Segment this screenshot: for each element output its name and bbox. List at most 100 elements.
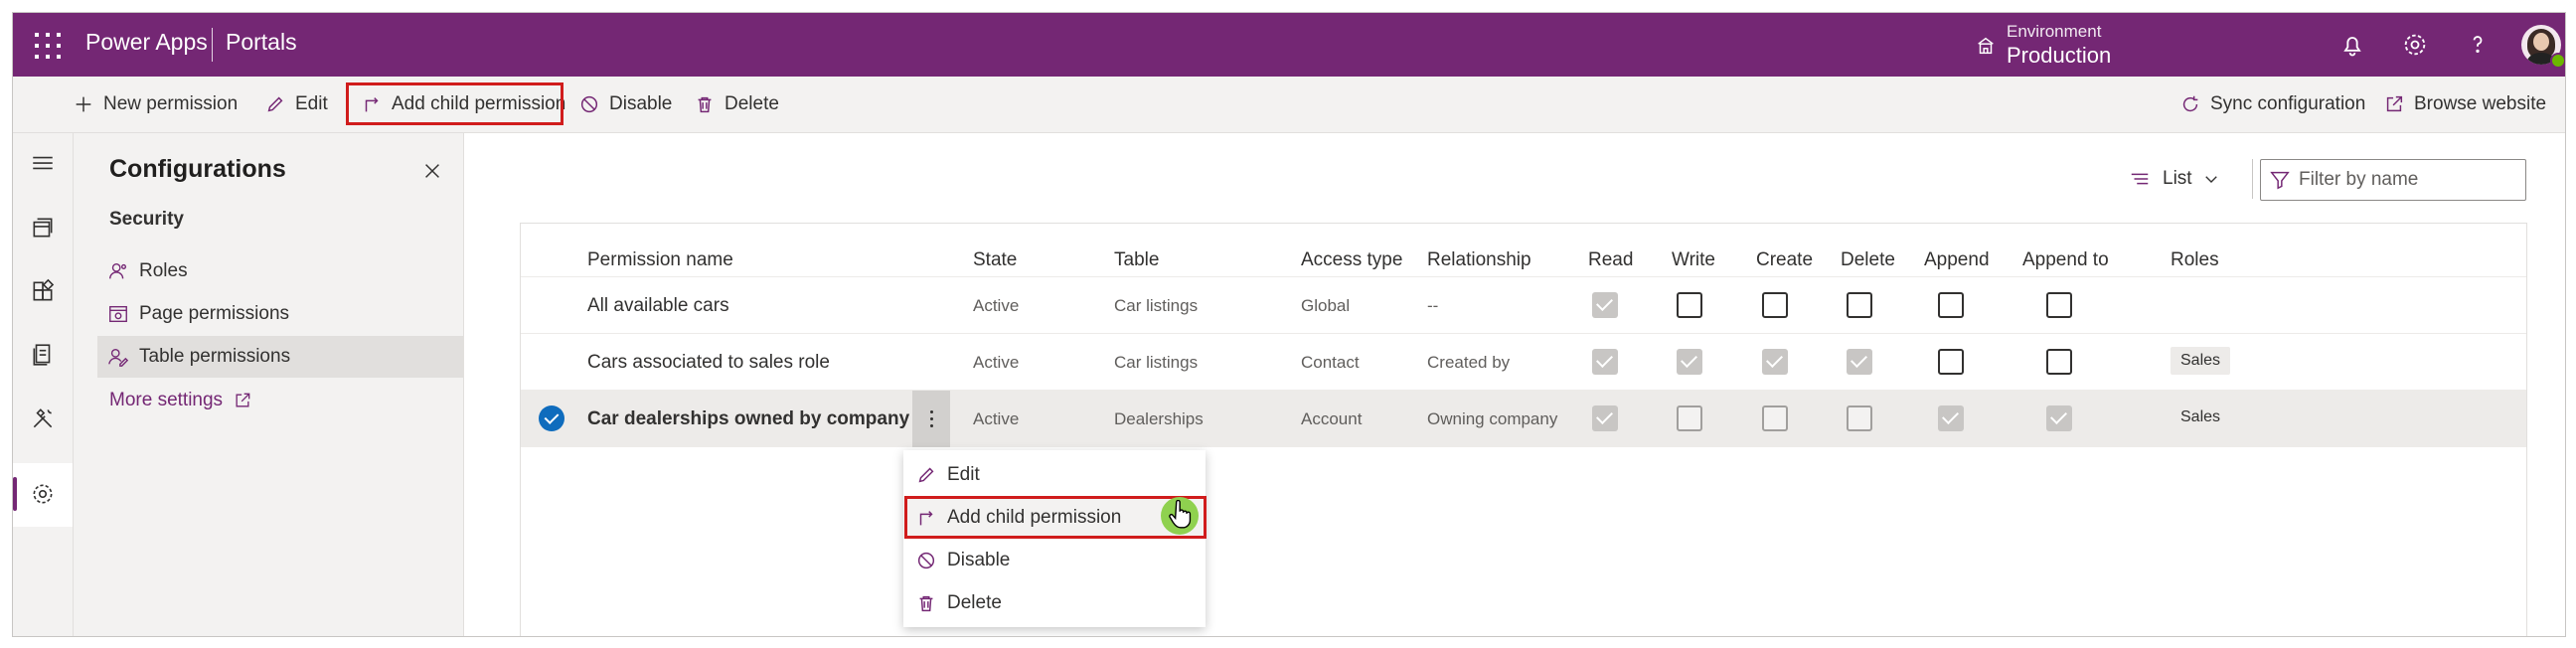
hamburger-icon[interactable] [30, 150, 56, 176]
environment-label[interactable]: Environment [2007, 22, 2101, 42]
role-badge: Sales [2171, 347, 2231, 375]
configurations-panel: Configurations Security Roles Page permi… [74, 133, 464, 636]
write-checkbox[interactable] [1677, 292, 1702, 318]
append-checkbox [1938, 405, 1964, 431]
column-header-state[interactable]: State [973, 249, 1017, 271]
context-menu-disable[interactable]: Disable [903, 539, 1206, 581]
view-label: List [2163, 168, 2192, 189]
presence-badge [2550, 53, 2565, 69]
panel-item-label: Roles [139, 260, 188, 281]
write-checkbox [1677, 349, 1702, 375]
open-external-icon [2386, 95, 2403, 112]
panel-item-table-permissions[interactable]: Table permissions [97, 336, 463, 378]
write-checkbox[interactable] [1677, 405, 1702, 431]
close-icon[interactable] [421, 160, 443, 182]
filter-input[interactable]: Filter by name [2260, 159, 2526, 201]
components-icon[interactable] [30, 278, 56, 304]
column-header-append-to[interactable]: Append to [2022, 249, 2109, 271]
settings-gear-icon[interactable] [30, 481, 56, 507]
table-row-selected[interactable]: Car dealerships owned by company Active … [521, 390, 2526, 447]
help-icon[interactable] [2464, 31, 2492, 59]
column-header-access-type[interactable]: Access type [1301, 249, 1402, 271]
state-cell: Active [973, 352, 1020, 372]
browse-website-label: Browse website [2414, 93, 2547, 114]
disable-button[interactable]: Disable [578, 77, 672, 132]
table-permissions-icon [108, 348, 129, 367]
filter-icon [2270, 171, 2290, 190]
environment-value[interactable]: Production [2007, 43, 2111, 69]
pages-icon[interactable] [30, 215, 56, 241]
append-to-checkbox [2046, 405, 2072, 431]
hand-cursor-icon [1169, 500, 1192, 529]
new-permission-label: New permission [103, 93, 239, 114]
create-checkbox[interactable] [1762, 292, 1788, 318]
delete-checkbox [1847, 349, 1872, 375]
permission-name[interactable]: Car dealerships owned by company [587, 391, 909, 447]
command-bar: New permission Edit Add child permission… [13, 77, 2565, 133]
rail-selection-indicator [13, 477, 17, 511]
delete-checkbox[interactable] [1847, 405, 1872, 431]
highlight-add-child-button [346, 82, 564, 125]
left-rail [13, 133, 74, 636]
browse-website-button[interactable]: Browse website [2383, 77, 2546, 132]
title-separator [212, 28, 213, 62]
sync-configuration-label: Sync configuration [2210, 93, 2366, 114]
waffle-icon[interactable] [31, 29, 63, 61]
plus-icon [76, 96, 91, 112]
create-checkbox[interactable] [1762, 405, 1788, 431]
column-header-roles[interactable]: Roles [2171, 249, 2219, 271]
context-menu-edit[interactable]: Edit [903, 453, 1206, 496]
new-permission-button[interactable]: New permission [73, 77, 238, 132]
tools-icon[interactable] [30, 405, 56, 431]
trash-icon [698, 96, 712, 113]
column-header-append[interactable]: Append [1924, 249, 1990, 271]
more-settings-link[interactable]: More settings [109, 390, 252, 411]
panel-item-page-permissions[interactable]: Page permissions [97, 293, 463, 335]
app-title[interactable]: Power Apps [85, 29, 208, 56]
panel-title: Configurations [109, 155, 286, 183]
sync-configuration-button[interactable]: Sync configuration [2179, 77, 2365, 132]
column-header-table[interactable]: Table [1114, 249, 1159, 271]
column-header-relationship[interactable]: Relationship [1427, 249, 1531, 271]
panel-item-label: Page permissions [139, 303, 290, 324]
more-options-button[interactable] [912, 391, 950, 447]
append-to-checkbox[interactable] [2046, 349, 2072, 375]
roles-icon [109, 262, 127, 279]
append-checkbox[interactable] [1938, 292, 1964, 318]
table-row[interactable]: All available cars Active Car listings G… [521, 276, 2526, 334]
page-permissions-icon [109, 305, 127, 323]
toolbar-divider [2252, 159, 2253, 199]
role-badge: Sales [2171, 404, 2231, 431]
portal-title[interactable]: Portals [226, 29, 297, 56]
templates-icon[interactable] [30, 342, 56, 368]
open-external-icon [236, 393, 250, 407]
list-icon [2131, 173, 2149, 185]
gear-icon[interactable] [2401, 31, 2429, 59]
view-selector[interactable]: List [2129, 161, 2220, 197]
bell-icon[interactable] [2338, 31, 2366, 59]
edit-button[interactable]: Edit [264, 77, 328, 132]
column-header-create[interactable]: Create [1756, 249, 1813, 271]
delete-checkbox[interactable] [1847, 292, 1872, 318]
row-selected-check-icon[interactable] [539, 405, 564, 431]
column-header-write[interactable]: Write [1672, 249, 1715, 271]
append-checkbox[interactable] [1938, 349, 1964, 375]
pencil-icon [918, 467, 934, 482]
main-content: List Filter by name Permission name Stat… [464, 133, 2565, 636]
panel-item-roles[interactable]: Roles [97, 250, 463, 292]
permission-name[interactable]: All available cars [587, 277, 729, 334]
environment-icon[interactable] [1975, 35, 1997, 57]
column-header-delete[interactable]: Delete [1841, 249, 1895, 271]
permission-name[interactable]: Cars associated to sales role [587, 334, 830, 391]
table-row[interactable]: Cars associated to sales role Active Car… [521, 333, 2526, 391]
more-settings-label: More settings [109, 390, 224, 410]
context-menu-disable-label: Disable [947, 549, 1011, 570]
column-header-read[interactable]: Read [1588, 249, 1633, 271]
top-bar: Power Apps Portals Environment Productio… [13, 13, 2565, 77]
disable-icon [917, 552, 935, 568]
delete-button[interactable]: Delete [694, 77, 779, 132]
relationship-cell: Created by [1427, 352, 1511, 372]
context-menu-delete[interactable]: Delete [903, 581, 1206, 624]
column-header-permission-name[interactable]: Permission name [587, 249, 733, 271]
append-to-checkbox[interactable] [2046, 292, 2072, 318]
